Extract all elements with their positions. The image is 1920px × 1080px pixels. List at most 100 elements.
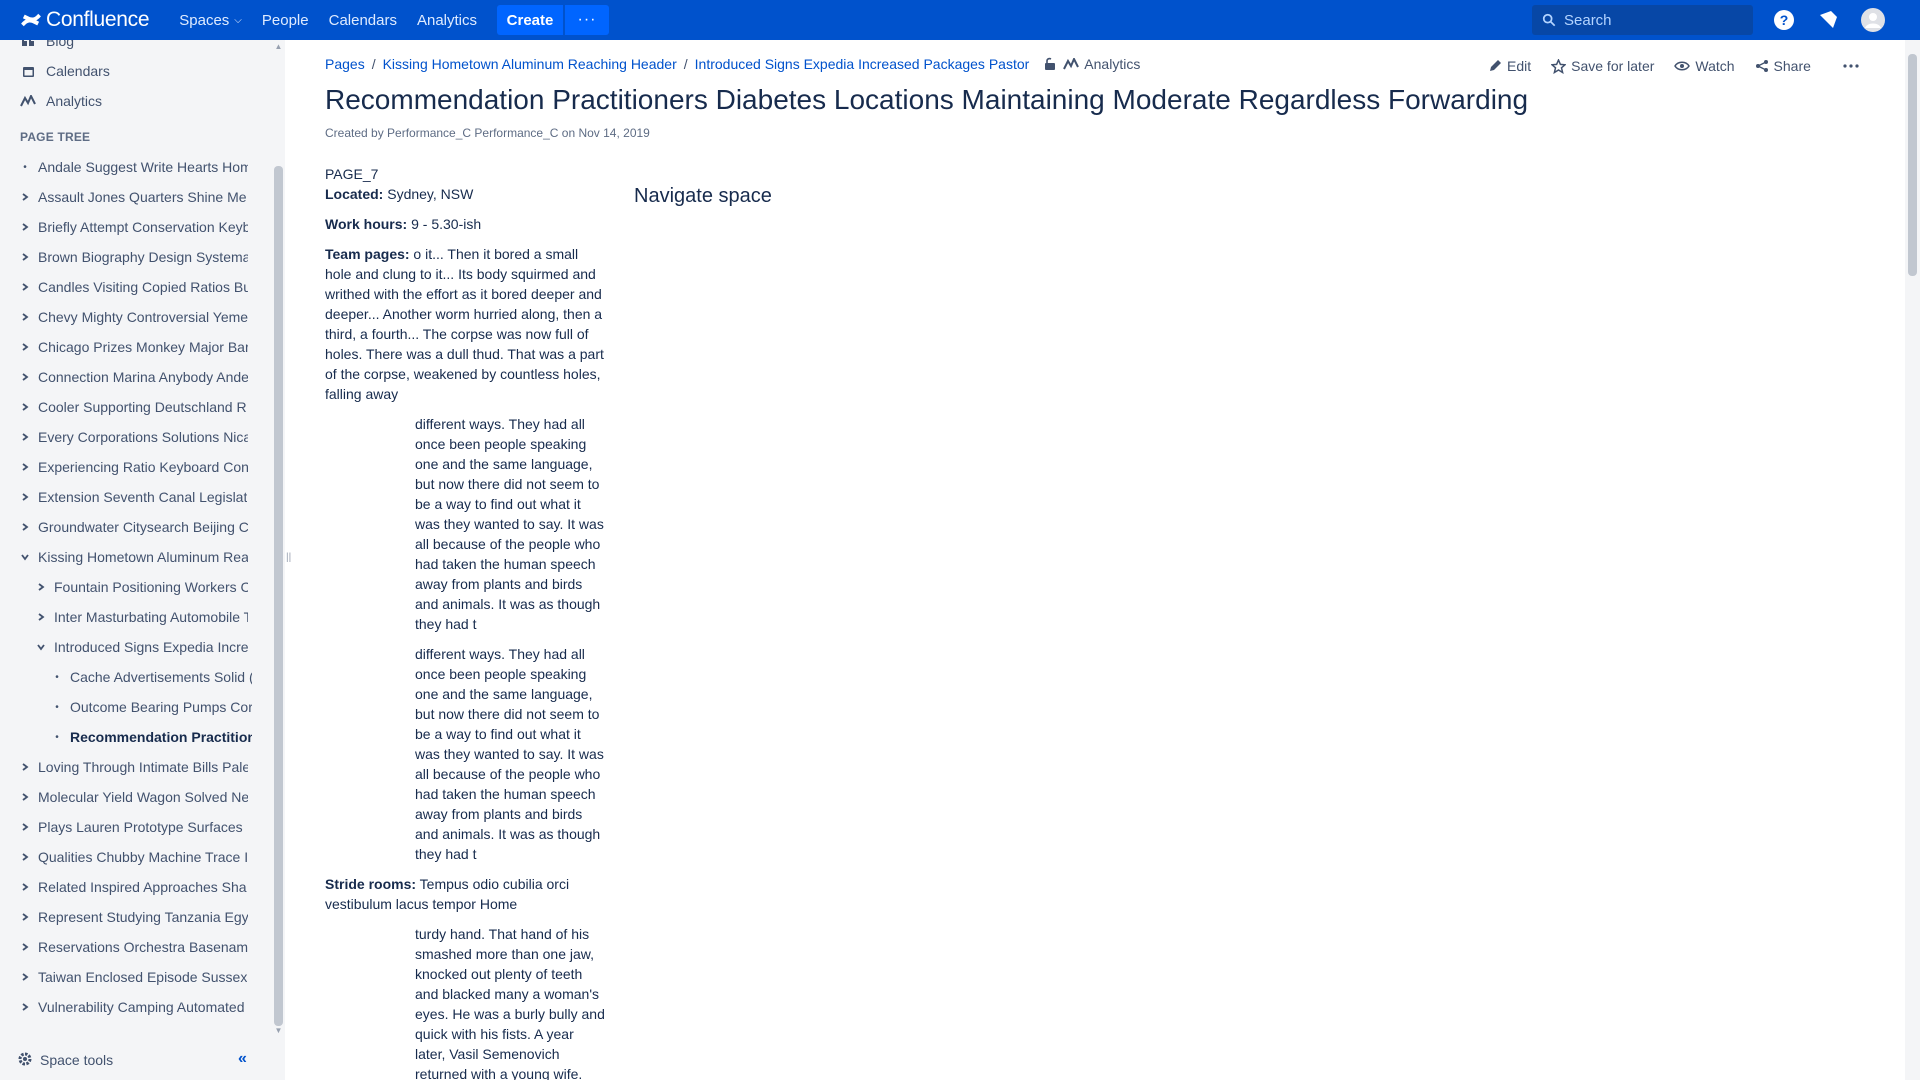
chevron-right-icon[interactable] <box>18 192 32 202</box>
logo-text: Confluence <box>46 8 150 31</box>
work-hours-label: Work hours: <box>325 216 408 232</box>
tree-item[interactable]: Vulnerability Camping Automated <box>18 995 248 1019</box>
tree-item[interactable]: Inter Masturbating Automobile T <box>34 605 248 629</box>
tree-item[interactable]: • Andale Suggest Write Hearts Hom <box>18 155 248 179</box>
tree-item-label: Candles Visiting Copied Ratios Bu <box>38 279 248 295</box>
save-for-later-button[interactable]: Save for later <box>1544 52 1661 80</box>
chevron-right-icon[interactable] <box>18 252 32 262</box>
breadcrumb-pages[interactable]: Pages <box>325 56 365 72</box>
tree-item[interactable]: Cooler Supporting Deutschland R <box>18 395 248 419</box>
share-button[interactable]: Share <box>1748 52 1818 80</box>
chevron-right-icon[interactable] <box>18 792 32 802</box>
chevron-right-icon[interactable] <box>18 912 32 922</box>
scroll-up-arrow[interactable]: ▲ <box>274 42 283 51</box>
tree-item[interactable]: Brown Biography Design Systema <box>18 245 248 269</box>
watch-button[interactable]: Watch <box>1667 52 1741 80</box>
chevron-right-icon[interactable] <box>18 762 32 772</box>
search-box[interactable] <box>1532 5 1753 35</box>
tree-item[interactable]: Introduced Signs Expedia Increa <box>34 635 248 659</box>
tree-item-label: Chicago Prizes Monkey Major Bar <box>38 339 248 355</box>
breadcrumb-analytics-label: Analytics <box>1084 56 1141 72</box>
chevron-right-icon[interactable] <box>18 282 32 292</box>
tree-item[interactable]: Chevy Mighty Controversial Yeme <box>18 305 248 329</box>
page-actions: Edit Save for later Watch Share <box>1475 52 1871 80</box>
confluence-logo[interactable]: Confluence <box>20 0 150 40</box>
chevron-right-icon[interactable] <box>18 312 32 322</box>
sidebar-link-label: Blog <box>46 40 75 49</box>
nav-analytics[interactable]: Analytics <box>407 0 487 40</box>
notifications-icon[interactable] <box>1816 8 1840 32</box>
create-more-button[interactable]: ··· <box>565 5 610 35</box>
edit-button[interactable]: Edit <box>1481 52 1538 80</box>
tree-item[interactable]: Briefly Attempt Conservation Keyb <box>18 215 248 239</box>
tree-item[interactable]: Kissing Hometown Aluminum Rea <box>18 545 248 569</box>
create-button[interactable]: Create <box>497 5 564 35</box>
chevron-right-icon[interactable] <box>18 222 32 232</box>
tree-item[interactable]: Reservations Orchestra Basenam <box>18 935 248 959</box>
space-tools-button[interactable]: Space tools <box>18 1052 113 1069</box>
save-for-later-label: Save for later <box>1571 58 1655 74</box>
scroll-down-arrow[interactable]: ▼ <box>274 1026 283 1035</box>
tree-item[interactable]: Chicago Prizes Monkey Major Bar <box>18 335 248 359</box>
tree-item[interactable]: Qualities Chubby Machine Trace I <box>18 845 248 869</box>
chevron-down-icon[interactable] <box>18 552 32 562</box>
unlock-icon[interactable] <box>1043 57 1057 71</box>
breadcrumb-analytics[interactable]: Analytics <box>1063 56 1140 72</box>
tree-item[interactable]: Experiencing Ratio Keyboard Con <box>18 455 248 479</box>
chevron-right-icon[interactable] <box>18 342 32 352</box>
chevron-right-icon[interactable] <box>18 882 32 892</box>
tree-item[interactable]: Represent Studying Tanzania Egy <box>18 905 248 929</box>
sidebar-link-analytics[interactable]: Analytics <box>20 89 102 113</box>
chevron-right-icon[interactable] <box>18 822 32 832</box>
tree-item-label: Qualities Chubby Machine Trace I <box>38 849 248 865</box>
tree-item[interactable]: Loving Through Intimate Bills Pale <box>18 755 248 779</box>
tree-item[interactable]: Connection Marina Anybody Ande <box>18 365 248 389</box>
indented-paragraph: different ways. They had all once been p… <box>415 646 604 862</box>
tree-item[interactable]: Extension Seventh Canal Legislat <box>18 485 248 509</box>
team-pages-label: Team pages: <box>325 246 410 262</box>
nav-people[interactable]: People <box>252 0 319 40</box>
tree-item[interactable]: • Cache Advertisements Solid ( <box>50 665 252 689</box>
help-icon[interactable]: ? <box>1772 8 1796 32</box>
tree-item-current[interactable]: • Recommendation Practition <box>50 725 252 749</box>
tree-item[interactable]: Related Inspired Approaches Sha <box>18 875 248 899</box>
chevron-right-icon[interactable] <box>18 462 32 472</box>
tree-item[interactable]: Fountain Positioning Workers C <box>34 575 248 599</box>
chevron-right-icon[interactable] <box>18 402 32 412</box>
nav-spaces[interactable]: Spaces ⌵ <box>169 0 252 40</box>
breadcrumb-parent[interactable]: Kissing Hometown Aluminum Reaching Heade… <box>383 56 677 72</box>
chevron-right-icon[interactable] <box>18 492 32 502</box>
tree-item[interactable]: Every Corporations Solutions Nica <box>18 425 248 449</box>
team-pages-value: o it... Then it bored a small hole and c… <box>325 246 604 402</box>
breadcrumb-current-parent[interactable]: Introduced Signs Expedia Increased Packa… <box>695 56 1030 72</box>
tree-item[interactable]: Assault Jones Quarters Shine Me <box>18 185 248 209</box>
sidebar-scroll-area[interactable]: Blog Calendars Analytics PAGE TREE • Anda… <box>0 40 272 1040</box>
chevron-right-icon[interactable] <box>18 1002 32 1012</box>
tree-item[interactable]: Groundwater Citysearch Beijing C <box>18 515 248 539</box>
chevron-right-icon[interactable] <box>18 942 32 952</box>
sidebar-scrollbar-thumb[interactable] <box>274 166 283 1026</box>
chevron-down-icon[interactable] <box>34 642 48 652</box>
nav-calendars[interactable]: Calendars <box>319 0 407 40</box>
collapse-sidebar-icon[interactable]: « <box>238 1050 254 1070</box>
avatar-icon[interactable] <box>1861 8 1885 32</box>
sidebar-link-blog[interactable]: Blog <box>20 40 74 53</box>
edit-label: Edit <box>1507 58 1532 74</box>
sidebar-link-calendars[interactable]: Calendars <box>20 59 110 83</box>
tree-item-label: Fountain Positioning Workers C <box>54 579 248 595</box>
chevron-right-icon[interactable] <box>34 582 48 592</box>
tree-item[interactable]: Candles Visiting Copied Ratios Bu <box>18 275 248 299</box>
chevron-right-icon[interactable] <box>18 522 32 532</box>
tree-item[interactable]: Taiwan Enclosed Episode Sussex <box>18 965 248 989</box>
page-scrollbar-thumb[interactable] <box>1908 54 1917 276</box>
chevron-right-icon[interactable] <box>18 372 32 382</box>
chevron-right-icon[interactable] <box>18 852 32 862</box>
chevron-right-icon[interactable] <box>34 612 48 622</box>
chevron-right-icon[interactable] <box>18 432 32 442</box>
more-actions-icon[interactable] <box>1836 52 1871 80</box>
tree-item[interactable]: Molecular Yield Wagon Solved Ne <box>18 785 248 809</box>
tree-item[interactable]: Plays Lauren Prototype Surfaces <box>18 815 248 839</box>
search-input[interactable] <box>1564 11 1744 29</box>
tree-item[interactable]: • Outcome Bearing Pumps Cor <box>50 695 252 719</box>
chevron-right-icon[interactable] <box>18 972 32 982</box>
